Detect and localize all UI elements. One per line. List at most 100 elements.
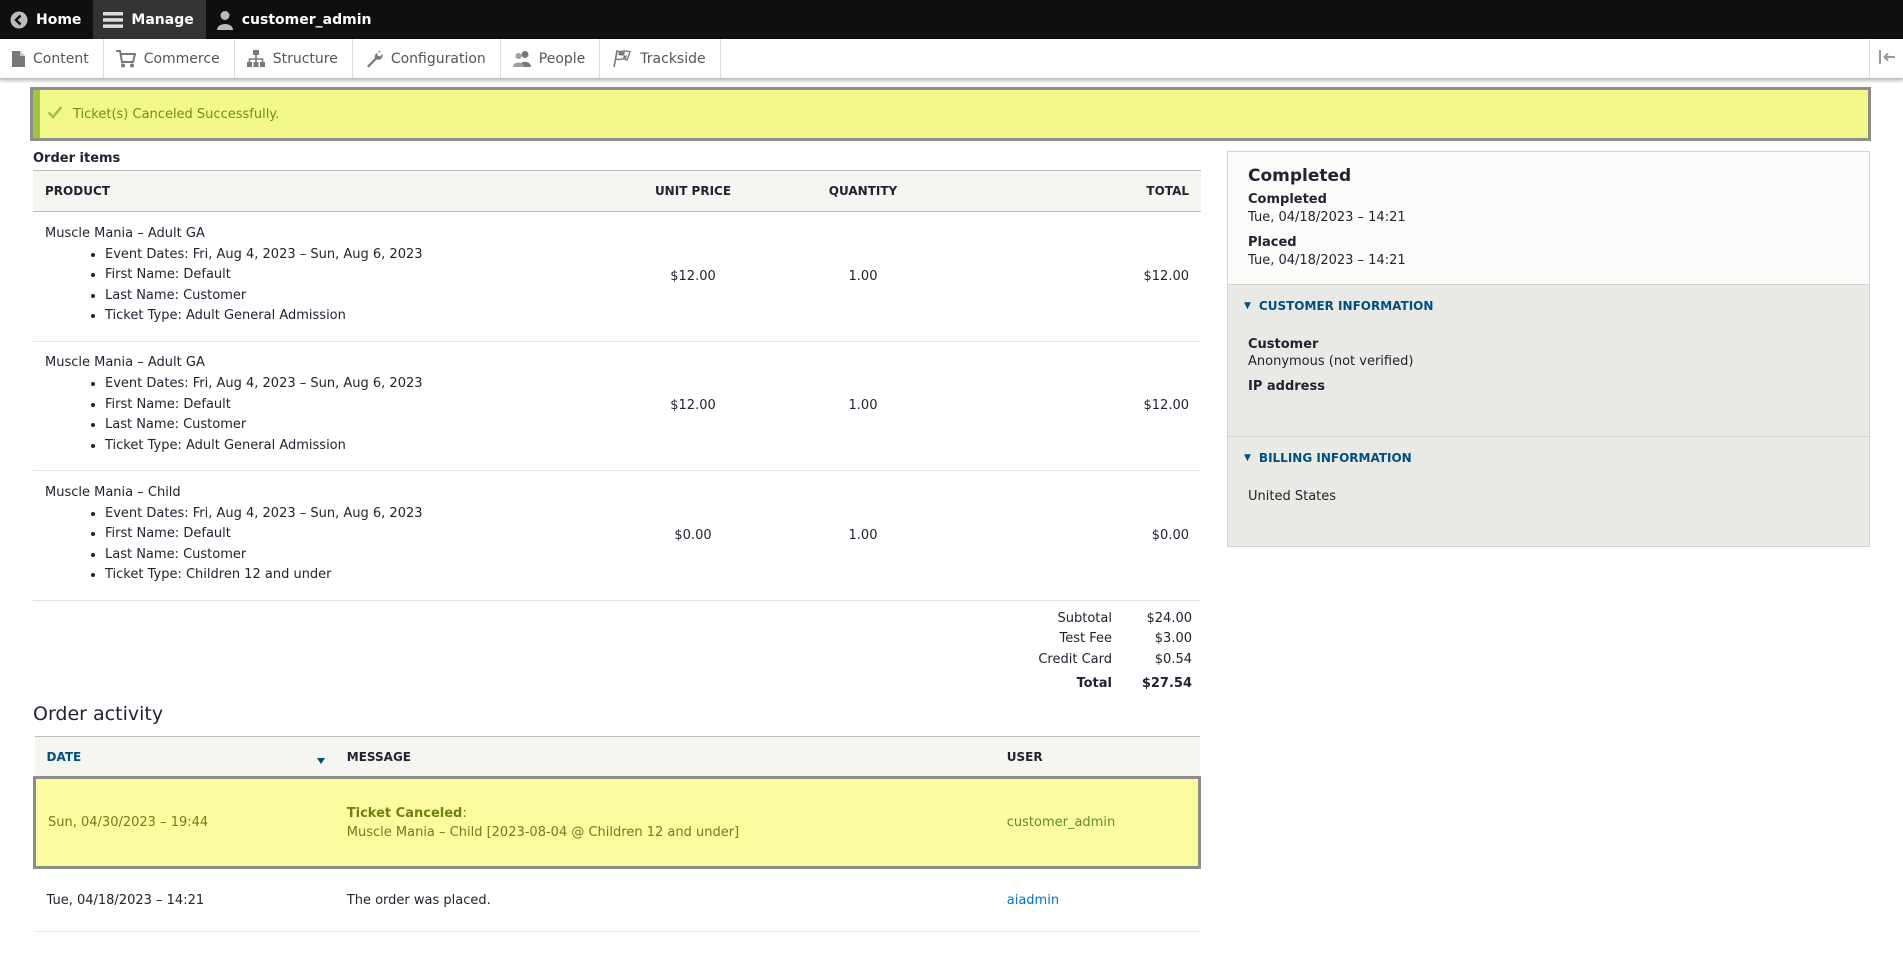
product-attribute: Event Dates: Fri, Aug 4, 2023 – Sun, Aug… <box>105 504 581 525</box>
tray-item-label: Trackside <box>640 50 706 67</box>
product-attribute: Ticket Type: Adult General Admission <box>105 306 581 327</box>
toolbar-manage[interactable]: Manage <box>93 0 206 39</box>
billing-information-panel: ▼ Billing information United States <box>1228 437 1869 546</box>
collapse-icon <box>1878 49 1896 68</box>
triangle-down-icon: ▼ <box>1244 453 1251 463</box>
product-attribute: Last Name: Customer <box>105 545 581 566</box>
ip-address-label: IP address <box>1248 379 1325 394</box>
toolbar-home-label: Home <box>36 11 82 28</box>
product-cell: Muscle Mania – Adult GA Event Dates: Fri… <box>33 211 593 342</box>
order-items-label: Order items <box>33 151 121 166</box>
order-items-table: Product Unit price Quantity Total Muscle… <box>33 170 1201 601</box>
tray-item-configuration[interactable]: Configuration <box>353 39 501 78</box>
checkmark-icon <box>47 105 63 123</box>
completed-label: Completed <box>1248 192 1327 207</box>
totals-label: Test Fee <box>1059 631 1113 647</box>
checkered-flag-icon <box>612 49 632 68</box>
document-icon <box>12 50 25 67</box>
product-title: Muscle Mania – Adult GA <box>45 355 205 371</box>
quantity-cell: 1.00 <box>793 341 933 471</box>
activity-message-body: Muscle Mania – Child [2023-08-04 @ Child… <box>346 824 740 840</box>
order-state: Completed <box>1248 166 1352 186</box>
tray-item-structure[interactable]: Structure <box>235 39 353 78</box>
product-attribute: Event Dates: Fri, Aug 4, 2023 – Sun, Aug… <box>105 245 581 266</box>
activity-date: Tue, 04/18/2023 – 14:21 <box>34 867 335 932</box>
customer-information-body: Customer Anonymous (not verified) IP add… <box>1228 313 1869 436</box>
tray-item-label: Structure <box>272 50 338 67</box>
activity-message: The order was placed. <box>334 867 995 932</box>
quantity-cell: 1.00 <box>793 211 933 342</box>
toolbar-home[interactable]: Home <box>0 0 93 39</box>
table-row: Muscle Mania – Child Event Dates: Fri, A… <box>33 470 1201 601</box>
product-attribute: First Name: Default <box>105 395 581 416</box>
customer-information-toggle[interactable]: ▼ Customer information <box>1228 285 1869 313</box>
tray-item-label: Commerce <box>143 50 220 67</box>
hamburger-icon <box>103 11 124 29</box>
wrench-icon <box>365 50 383 68</box>
billing-information-heading: Billing information <box>1258 451 1412 465</box>
toolbar-user[interactable]: customer_admin <box>206 0 384 39</box>
placed-value: Tue, 04/18/2023 – 14:21 <box>1248 253 1406 268</box>
user-link[interactable]: aiadmin <box>1007 893 1059 908</box>
sort-descending-icon <box>316 753 325 767</box>
billing-information-toggle[interactable]: ▼ Billing information <box>1228 437 1869 465</box>
product-attribute: First Name: Default <box>105 524 581 545</box>
totals-label: Credit Card <box>1038 651 1112 667</box>
customer-value: Anonymous (not verified) <box>1248 354 1414 369</box>
table-row: Sun, 04/30/2023 – 19:44 Ticket Canceled:… <box>32 776 1201 869</box>
quantity-cell: 1.00 <box>793 470 933 601</box>
product-title: Muscle Mania – Child <box>45 484 181 500</box>
totals-row-subtotal: Subtotal $24.00 <box>1000 608 1192 629</box>
product-attribute: Ticket Type: Adult General Admission <box>105 436 581 457</box>
product-title: Muscle Mania – Adult GA <box>45 225 205 241</box>
table-row: Muscle Mania – Adult GA Event Dates: Fri… <box>33 341 1201 471</box>
product-attribute: Last Name: Customer <box>105 286 581 307</box>
column-header-total: Total <box>933 170 1201 212</box>
toolbar-user-label: customer_admin <box>241 11 372 28</box>
tray-item-content[interactable]: Content <box>0 39 104 78</box>
table-row: Muscle Mania – Adult GA Event Dates: Fri… <box>33 211 1201 342</box>
status-message-text: Ticket(s) Canceled Successfully. <box>73 106 280 122</box>
product-attribute: Ticket Type: Children 12 and under <box>105 565 581 586</box>
toolbar-tray: Content Commerce Structure Configuration… <box>0 39 1903 79</box>
column-header-date-label: Date <box>46 749 82 764</box>
activity-user-cell: aiadmin <box>994 867 1200 932</box>
product-cell: Muscle Mania – Child Event Dates: Fri, A… <box>33 470 593 601</box>
column-header-quantity: Quantity <box>793 170 933 212</box>
completed-value: Tue, 04/18/2023 – 14:21 <box>1248 210 1406 225</box>
tray-item-label: People <box>538 50 586 67</box>
tray-orientation-toggle[interactable] <box>1869 39 1903 78</box>
column-header-date[interactable]: Date <box>34 736 335 779</box>
order-totals: Subtotal $24.00 Test Fee $3.00 Credit Ca… <box>1000 608 1192 694</box>
status-message: Ticket(s) Canceled Successfully. <box>30 87 1871 141</box>
unit-price-cell: $12.00 <box>593 211 793 342</box>
tray-item-commerce[interactable]: Commerce <box>104 39 235 78</box>
column-header-unit-price: Unit price <box>593 170 793 212</box>
order-sidebar: Completed Completed Tue, 04/18/2023 – 14… <box>1227 151 1870 547</box>
order-activity-title: Order activity <box>33 703 164 725</box>
user-icon <box>216 10 234 30</box>
admin-toolbar: Home Manage customer_admin <box>0 0 1903 39</box>
product-attribute: Last Name: Customer <box>105 415 581 436</box>
totals-value: $24.00 <box>1146 610 1193 626</box>
cart-icon <box>115 49 136 68</box>
column-header-user: User <box>994 736 1200 778</box>
product-attributes: Event Dates: Fri, Aug 4, 2023 – Sun, Aug… <box>45 374 581 456</box>
product-cell: Muscle Mania – Adult GA Event Dates: Fri… <box>33 341 593 471</box>
customer-label: Customer <box>1248 337 1319 352</box>
user-link[interactable]: customer_admin <box>1007 815 1115 830</box>
placed-label: Placed <box>1248 235 1297 250</box>
tray-item-trackside[interactable]: Trackside <box>600 39 721 78</box>
tray-item-people[interactable]: People <box>501 39 601 78</box>
customer-information-panel: ▼ Customer information Customer Anonymou… <box>1228 285 1869 437</box>
product-attributes: Event Dates: Fri, Aug 4, 2023 – Sun, Aug… <box>45 504 581 586</box>
total-cell: $0.00 <box>933 470 1201 601</box>
order-status-summary: Completed Completed Tue, 04/18/2023 – 14… <box>1228 152 1869 285</box>
total-cell: $12.00 <box>933 211 1201 342</box>
sitemap-icon <box>246 49 265 68</box>
totals-row-credit-card: Credit Card $0.54 <box>1000 649 1192 670</box>
people-icon <box>512 50 531 68</box>
totals-value: $27.54 <box>1141 676 1192 692</box>
activity-message-title: Ticket Canceled <box>346 805 463 821</box>
total-cell: $12.00 <box>933 341 1201 471</box>
